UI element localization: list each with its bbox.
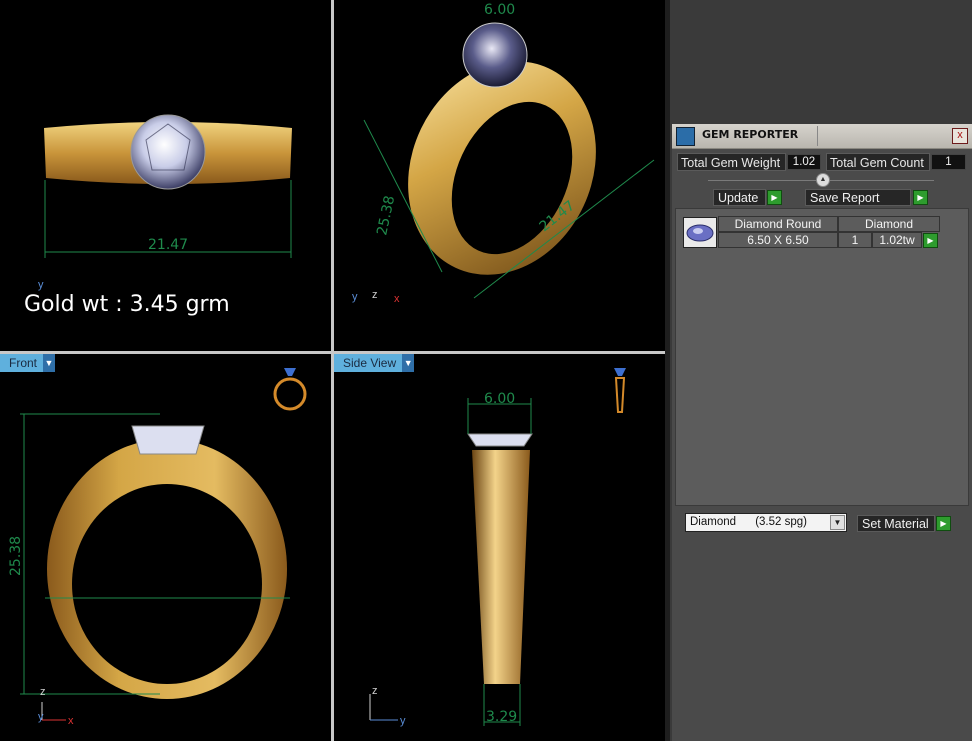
side-view-tab-label: Side View bbox=[343, 356, 397, 370]
viewport-perspective[interactable]: 21.47 25.38 6.00 y z x bbox=[334, 0, 665, 351]
side-thumbnail-icon bbox=[614, 368, 626, 413]
panel-title: GEM REPORTER bbox=[702, 128, 799, 141]
gold-weight-note: Gold wt : 3.45 grm bbox=[24, 292, 230, 317]
side-dimension-top: 6.00 bbox=[484, 391, 515, 407]
front-axis-y: y bbox=[38, 711, 44, 723]
play-arrow-icon[interactable]: ▶ bbox=[936, 516, 951, 531]
gem-reporter-panel: GEM REPORTER x Total Gem Weight 1.02 Tot… bbox=[672, 124, 972, 741]
front-view-tab[interactable]: Front ▼ bbox=[0, 354, 56, 372]
viewport-border bbox=[665, 0, 670, 741]
gem-name: Diamond Round bbox=[718, 216, 838, 232]
perspective-dimension-b: 25.38 bbox=[374, 194, 398, 237]
perspective-axis-x: x bbox=[394, 293, 400, 305]
play-arrow-icon[interactable]: ▶ bbox=[913, 190, 928, 205]
side-dimension-bottom: 3.29 bbox=[486, 709, 517, 725]
viewport-top[interactable]: 21.47 y Gold wt : 3.45 grm bbox=[0, 0, 331, 351]
gem-list: Diamond Round Diamond 6.50 X 6.50 1 1.02… bbox=[675, 208, 969, 506]
side-axis-z: z bbox=[372, 685, 378, 697]
chevron-down-icon[interactable]: ▼ bbox=[830, 515, 845, 530]
material-select[interactable]: Diamond (3.52 spg) ▼ bbox=[685, 513, 847, 532]
total-gem-count-value: 1 bbox=[931, 154, 966, 170]
top-axis-y: y bbox=[38, 279, 44, 291]
gem-weight: 1.02tw bbox=[872, 232, 922, 248]
top-dimension: 21.47 bbox=[148, 237, 188, 253]
chevron-down-icon[interactable]: ▼ bbox=[402, 354, 415, 372]
perspective-render: 21.47 25.38 6.00 y z x bbox=[352, 2, 655, 305]
total-gem-count-label: Total Gem Count bbox=[826, 153, 930, 171]
viewport-side[interactable]: 6.00 3.29 z y bbox=[334, 354, 665, 741]
front-view-tab-label: Front bbox=[9, 356, 38, 370]
panel-title-bar[interactable]: GEM REPORTER x bbox=[672, 124, 972, 149]
perspective-dimension-c: 6.00 bbox=[484, 2, 515, 18]
gem-reporter-logo-icon bbox=[676, 127, 695, 146]
title-separator bbox=[817, 126, 818, 146]
gem-count: 1 bbox=[838, 232, 872, 248]
front-axis-z: z bbox=[40, 686, 46, 698]
front-dimension: 25.38 bbox=[8, 536, 24, 576]
chevron-down-icon[interactable]: ▼ bbox=[43, 354, 56, 372]
panel-splitter-handle[interactable]: ▲ bbox=[816, 173, 830, 187]
save-report-button[interactable]: Save Report bbox=[805, 189, 911, 206]
side-axis-y: y bbox=[400, 715, 406, 727]
update-button[interactable]: Update bbox=[713, 189, 766, 206]
play-arrow-icon[interactable]: ▶ bbox=[923, 233, 938, 248]
ring-thumbnail-icon bbox=[273, 368, 307, 411]
gem-material: Diamond bbox=[838, 216, 940, 232]
front-axis-x: x bbox=[68, 715, 74, 727]
viewport-divider-horizontal[interactable] bbox=[0, 351, 665, 354]
total-gem-weight-value: 1.02 bbox=[787, 154, 821, 170]
front-view-render: 25.38 z y x bbox=[8, 368, 307, 727]
viewport-divider-vertical[interactable] bbox=[331, 0, 334, 741]
material-select-value: Diamond (3.52 spg) bbox=[690, 516, 807, 528]
viewport-front[interactable]: 25.38 z y x bbox=[0, 354, 331, 741]
gem-thumbnail[interactable] bbox=[683, 217, 717, 248]
play-arrow-icon[interactable]: ▶ bbox=[767, 190, 782, 205]
set-material-button[interactable]: Set Material bbox=[857, 515, 935, 532]
perspective-axis-z: z bbox=[372, 289, 378, 301]
perspective-axis-y: y bbox=[352, 291, 358, 303]
total-gem-weight-label: Total Gem Weight bbox=[677, 153, 786, 171]
close-icon[interactable]: x bbox=[952, 128, 968, 144]
side-view-render: 6.00 3.29 z y bbox=[369, 368, 626, 727]
gem-size: 6.50 X 6.50 bbox=[718, 232, 838, 248]
side-view-tab[interactable]: Side View ▼ bbox=[334, 354, 415, 372]
